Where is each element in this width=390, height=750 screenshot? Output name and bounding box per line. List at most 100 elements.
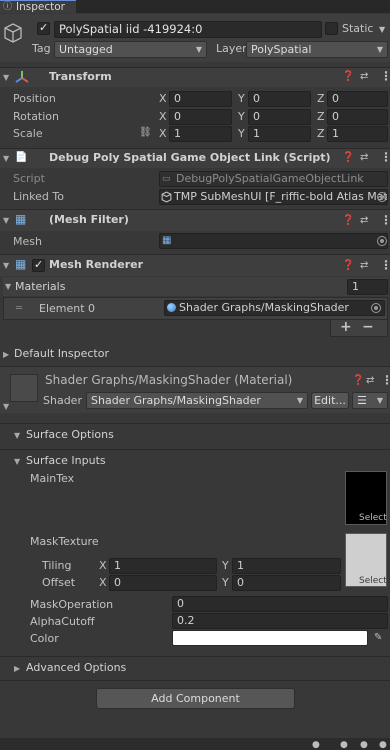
status-icon[interactable]: ● xyxy=(379,739,387,750)
mesh-filter-title: (Mesh Filter) xyxy=(49,213,129,226)
chevron-down-icon: ▼ xyxy=(195,45,202,54)
shader-options-dropdown[interactable]: ☰ ▼ xyxy=(352,392,388,409)
foldout-arrow-icon[interactable]: ▼ xyxy=(3,154,9,163)
maintex-select-button[interactable]: Select xyxy=(359,513,387,524)
position-label: Position xyxy=(13,92,56,105)
shader-dropdown[interactable]: Shader Graphs/MaskingShader ▼ xyxy=(86,392,308,409)
tiling-x-field[interactable]: 1 xyxy=(109,558,217,574)
add-component-button[interactable]: Add Component xyxy=(96,688,295,709)
presets-icon[interactable]: ⇄ xyxy=(360,215,368,227)
foldout-arrow-icon[interactable]: ▼ xyxy=(14,457,20,466)
divider xyxy=(0,680,390,681)
foldout-arrow-icon[interactable]: ▼ xyxy=(3,402,9,411)
presets-icon[interactable]: ⇄ xyxy=(360,152,368,164)
offset-y-field[interactable]: 0 xyxy=(232,575,341,591)
position-y-field[interactable]: 0 xyxy=(248,91,311,107)
help-icon[interactable]: ❓ xyxy=(352,375,364,387)
active-checkbox[interactable] xyxy=(37,21,50,35)
foldout-arrow-icon[interactable]: ▶ xyxy=(3,350,9,359)
material-title: Shader Graphs/MaskingShader (Material) xyxy=(45,373,293,387)
mesh-renderer-enabled-checkbox[interactable] xyxy=(32,258,45,272)
add-element-button[interactable]: + xyxy=(340,320,352,334)
object-picker-icon[interactable] xyxy=(377,236,387,246)
edit-shader-button[interactable]: Edit... xyxy=(311,392,349,409)
maskoperation-field[interactable]: 0 xyxy=(172,596,388,612)
help-icon[interactable]: ❓ xyxy=(342,152,354,164)
presets-icon[interactable]: ⇄ xyxy=(360,260,368,272)
chevron-down-icon: ▼ xyxy=(296,396,303,405)
offset-x-field[interactable]: 0 xyxy=(109,575,217,591)
layer-label: Layer xyxy=(216,42,247,55)
default-inspector-label[interactable]: Default Inspector xyxy=(14,347,109,361)
object-picker-icon[interactable] xyxy=(371,303,381,313)
script-icon: 📄 xyxy=(15,152,28,163)
tag-dropdown[interactable]: Untagged ▼ xyxy=(54,41,207,58)
material-preview xyxy=(10,374,38,402)
materials-count-field[interactable]: 1 xyxy=(347,279,388,295)
status-bar xyxy=(0,738,390,750)
divider xyxy=(0,423,390,424)
materials-label: Materials xyxy=(15,280,66,293)
drag-handle-icon[interactable]: ═ xyxy=(16,302,22,316)
more-options-icon[interactable]: ⋮ xyxy=(380,151,390,163)
rotation-z-field[interactable]: 0 xyxy=(327,109,388,125)
object-picker-icon[interactable] xyxy=(377,192,387,202)
scale-x-field[interactable]: 1 xyxy=(169,126,232,142)
position-x-field[interactable]: 0 xyxy=(169,91,232,107)
presets-icon[interactable]: ⇄ xyxy=(366,375,374,387)
script-value: DebugPolySpatialGameObjectLink xyxy=(176,172,364,185)
rotation-x-field[interactable]: 0 xyxy=(169,109,232,125)
foldout-arrow-icon[interactable]: ▶ xyxy=(14,664,20,673)
surface-options-label[interactable]: Surface Options xyxy=(26,428,114,442)
position-z-field[interactable]: 0 xyxy=(327,91,388,107)
help-icon[interactable]: ❓ xyxy=(342,71,354,83)
element-0-field[interactable]: Shader Graphs/MaskingShader xyxy=(164,300,385,316)
more-options-icon[interactable]: ⋮ xyxy=(380,70,390,82)
foldout-arrow-icon[interactable]: ▼ xyxy=(3,73,9,82)
more-options-icon[interactable]: ⋮ xyxy=(380,259,390,271)
help-icon[interactable]: ❓ xyxy=(342,260,354,272)
advanced-options-label[interactable]: Advanced Options xyxy=(26,661,126,675)
static-checkbox[interactable] xyxy=(325,22,338,35)
mesh-field[interactable] xyxy=(159,233,388,249)
linked-to-field[interactable]: TMP SubMeshUI [F_riffic-bold Atlas Mate xyxy=(159,189,388,205)
tag-value: Untagged xyxy=(59,43,113,56)
status-icon[interactable]: ● xyxy=(360,739,368,750)
scale-z-field[interactable]: 1 xyxy=(327,126,388,142)
rotation-y-field[interactable]: 0 xyxy=(248,109,311,125)
eyedropper-icon[interactable]: ✎ xyxy=(374,632,382,644)
foldout-arrow-icon[interactable]: ▼ xyxy=(14,431,20,440)
status-icon[interactable]: ● xyxy=(312,739,320,750)
mesh-filter-icon: ▦ xyxy=(15,212,27,226)
axis-x-label: X xyxy=(99,559,107,572)
divider xyxy=(0,449,390,450)
rotation-label: Rotation xyxy=(13,110,60,123)
color-swatch[interactable] xyxy=(172,630,368,646)
axis-z-label: Z xyxy=(317,127,325,140)
more-options-icon[interactable]: ⋮ xyxy=(380,214,390,226)
masktexture-select-button[interactable]: Select xyxy=(359,576,387,587)
status-icon[interactable]: ● xyxy=(340,739,348,750)
surface-inputs-label[interactable]: Surface Inputs xyxy=(26,454,106,468)
alphacutoff-field[interactable]: 0.2 xyxy=(172,613,388,629)
foldout-arrow-icon[interactable]: ▼ xyxy=(5,282,11,291)
presets-icon[interactable]: ⇄ xyxy=(360,71,368,83)
material-icon xyxy=(167,303,176,312)
chevron-down-icon: ▼ xyxy=(376,45,383,54)
static-label: Static xyxy=(342,22,374,35)
scale-y-field[interactable]: 1 xyxy=(248,126,311,142)
foldout-arrow-icon[interactable]: ▼ xyxy=(3,216,9,225)
link-icon[interactable]: ⛓ xyxy=(139,127,152,139)
more-options-icon[interactable]: ⋮ xyxy=(381,374,390,386)
help-icon[interactable]: ❓ xyxy=(342,215,354,227)
tab-inspector[interactable]: ⓘ Inspector xyxy=(0,0,76,13)
remove-element-button[interactable]: − xyxy=(362,320,374,334)
chevron-down-icon[interactable]: ▼ xyxy=(379,24,385,36)
tiling-y-field[interactable]: 1 xyxy=(232,558,341,574)
element-0-label: Element 0 xyxy=(39,302,96,315)
foldout-arrow-icon[interactable]: ▼ xyxy=(3,261,9,270)
layer-dropdown[interactable]: PolySpatial ▼ xyxy=(246,41,388,58)
object-name-field[interactable]: PolySpatial iid -419924:0 xyxy=(54,21,322,38)
axis-z-label: Z xyxy=(317,110,325,123)
axis-x-label: X xyxy=(99,576,107,589)
